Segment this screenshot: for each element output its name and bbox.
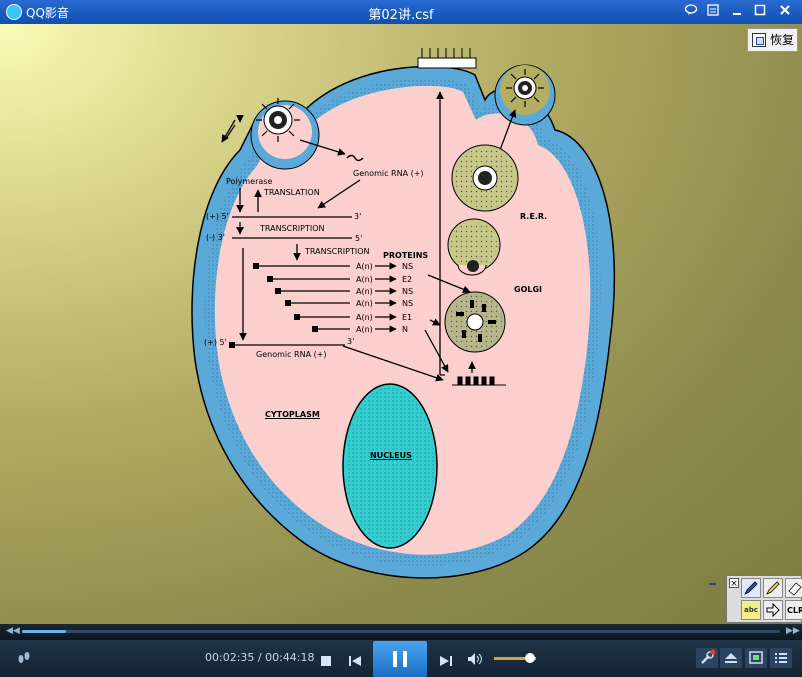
restore-window-icon	[752, 33, 766, 47]
pause-icon-bar	[403, 651, 407, 667]
pen-tool-button[interactable]	[741, 578, 761, 598]
protein-product: NS	[402, 262, 414, 271]
pause-button[interactable]	[373, 641, 427, 677]
clear-label: CLR	[787, 606, 802, 615]
seek-progress	[22, 630, 66, 633]
label-genomic-rna-top: Genomic RNA (+)	[353, 169, 424, 178]
pointer-tool-button[interactable]	[763, 600, 783, 620]
settings-menu-icon[interactable]	[704, 3, 722, 21]
restore-button[interactable]: 恢复	[747, 28, 798, 52]
protein-product: E1	[402, 313, 413, 322]
seek-back-icon[interactable]: ◀◀	[6, 626, 20, 636]
protein-product: N	[402, 325, 408, 334]
marker-dash	[709, 583, 716, 585]
mrna-tail: A(n)	[356, 313, 373, 322]
eject-icon	[725, 653, 737, 663]
label-cytoplasm: CYTOPLASM	[265, 410, 320, 419]
time-separator: /	[254, 651, 266, 664]
label-nucleus: NUCLEUS	[370, 451, 412, 460]
label-plus-5: (+) 5'	[206, 212, 229, 221]
label-plus-5-bottom: (+) 5'	[204, 338, 227, 347]
maximize-button[interactable]	[751, 3, 769, 21]
label-rer: R.E.R.	[520, 212, 548, 221]
label-transcription-1: TRANSCRIPTION	[260, 224, 325, 233]
seek-bar[interactable]: ◀◀ ▶▶	[0, 624, 802, 640]
protein-product: NS	[402, 299, 414, 308]
screen-icon	[749, 651, 763, 664]
seek-forward-icon[interactable]: ▶▶	[786, 626, 800, 636]
palette-close-button[interactable]: ×	[729, 578, 739, 589]
mrna-tail: A(n)	[356, 325, 373, 334]
mrna-tail: A(n)	[356, 262, 373, 271]
chat-bubble-icon[interactable]	[682, 3, 700, 21]
label-golgi: GOLGI	[514, 285, 543, 294]
title-bar: QQ影音 第02讲.csf	[0, 0, 802, 24]
label-3-bottom: 3'	[347, 337, 355, 346]
wrench-icon	[701, 649, 716, 664]
playlist-button[interactable]	[770, 648, 792, 668]
virus-replication-diagram	[191, 48, 616, 579]
current-time: 00:02:35	[205, 651, 255, 664]
footprint-icon[interactable]	[16, 650, 32, 670]
control-bar: 00:02:35 / 00:44:18	[0, 640, 802, 677]
volume-knob[interactable]	[525, 653, 535, 663]
highlighter-tool-button[interactable]	[763, 578, 783, 598]
eject-button[interactable]	[720, 648, 742, 668]
mrna-tail: A(n)	[356, 275, 373, 284]
arrow-right-icon	[766, 602, 780, 618]
mrna-tail: A(n)	[356, 287, 373, 296]
label-genomic-rna-bottom: Genomic RNA (+)	[256, 350, 327, 359]
text-tool-label: abc	[744, 606, 758, 614]
text-tool-button[interactable]: abc	[741, 600, 761, 620]
playlist-icon	[775, 653, 787, 663]
pen-tool-palette[interactable]: × abc CLR	[726, 575, 802, 623]
minimize-button[interactable]	[728, 3, 746, 21]
highlighter-icon	[766, 581, 780, 595]
eraser-icon	[788, 582, 802, 596]
mrna-tail: A(n)	[356, 299, 373, 308]
close-button[interactable]	[776, 3, 794, 21]
seek-track[interactable]	[22, 630, 780, 633]
tools-button[interactable]	[696, 648, 718, 668]
volume-icon[interactable]	[467, 651, 483, 670]
stop-button[interactable]	[320, 652, 332, 671]
clear-button[interactable]: CLR	[785, 600, 802, 620]
label-translation: TRANSLATION	[264, 188, 320, 197]
restore-label: 恢复	[770, 33, 795, 47]
pen-icon	[744, 581, 758, 595]
screen-mode-button[interactable]	[745, 648, 767, 668]
label-minus-3: (-) 3'	[206, 233, 225, 242]
label-3-top: 3'	[354, 212, 362, 221]
label-proteins: PROTEINS	[383, 251, 429, 260]
protein-product: E2	[402, 275, 413, 284]
video-area[interactable]: Polymerase TRANSLATION Genomic RNA (+) (…	[0, 24, 802, 624]
label-polymerase: Polymerase	[226, 177, 273, 186]
previous-button[interactable]	[348, 652, 362, 671]
protein-product: NS	[402, 287, 414, 296]
label-5-mid: 5'	[355, 234, 363, 243]
label-transcription-2: TRANSCRIPTION	[305, 247, 370, 256]
total-duration: 00:44:18	[265, 651, 315, 664]
pause-icon	[393, 651, 397, 667]
time-display: 00:02:35 / 00:44:18	[205, 651, 315, 664]
next-button[interactable]	[439, 652, 453, 671]
eraser-tool-button[interactable]	[785, 578, 802, 598]
